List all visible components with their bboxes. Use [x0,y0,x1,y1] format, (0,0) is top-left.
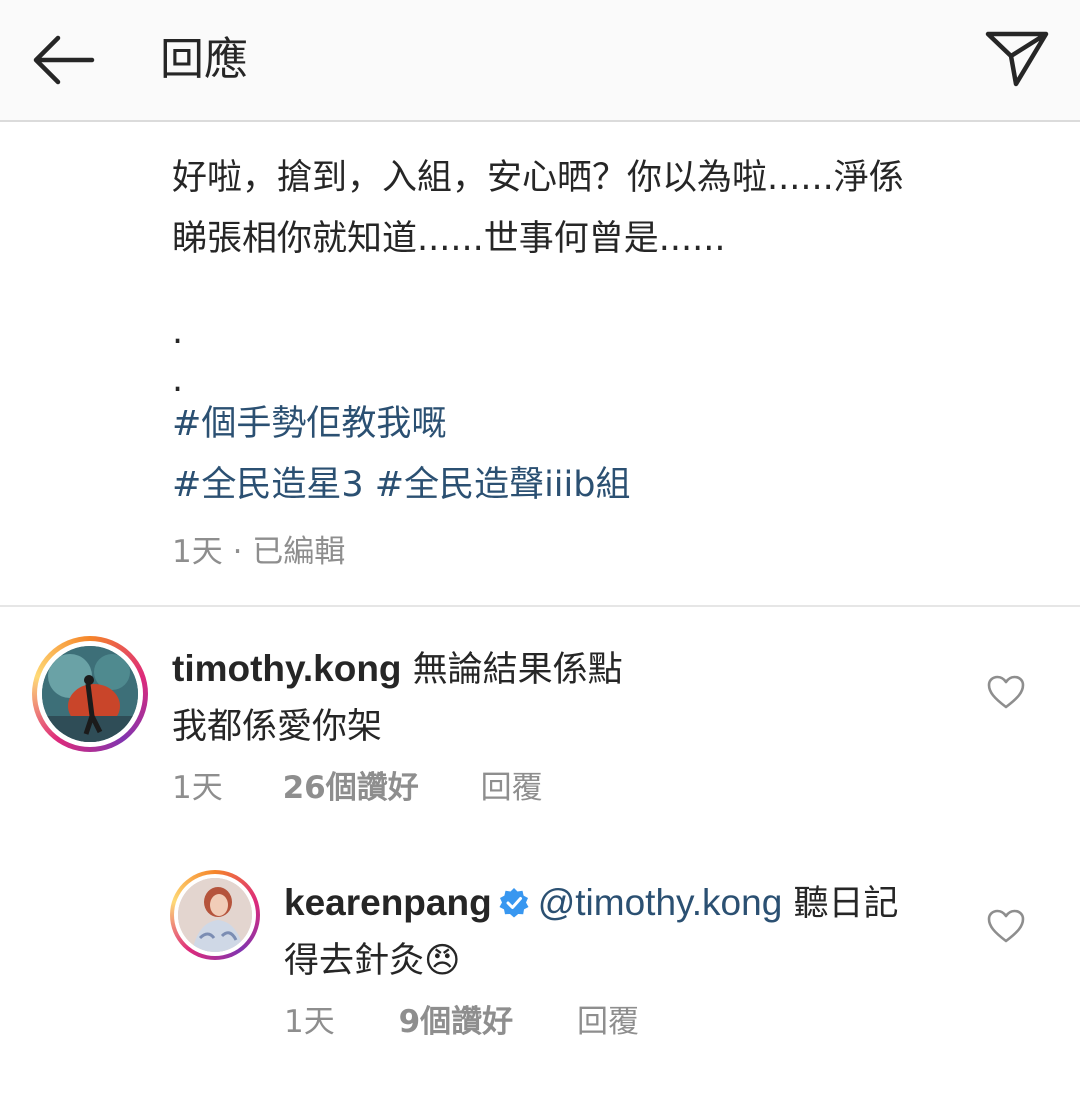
caption-line: 好啦，搶到，入組，安心晒？你以為啦......淨係 [172,158,904,198]
avatar-photo-icon [178,878,252,952]
avatar-image [42,646,138,742]
divider [0,605,1080,607]
avatar-image [178,878,252,952]
caption-dot: . [172,312,184,352]
heart-outline-icon[interactable] [986,908,1026,944]
comment-username[interactable]: timothy.kong [172,648,402,689]
reply-button[interactable]: 回覆 [481,766,543,810]
hashtag-line: #全民造星3 #全民造聲iiib組 [172,455,992,516]
comment-username[interactable]: kearenpang [284,882,492,923]
comment-text: 聽日記 [793,884,899,924]
comment-time: 1天 [172,770,223,806]
comment-actions: 1天 9個讚好 回覆 [284,1000,639,1044]
comment-body: kearenpang @timothy.kong 聽日記 得去針灸😠 [284,874,984,990]
hashtag-link[interactable]: #個手勢佢教我嘅 [172,404,446,444]
heart-outline-icon[interactable] [986,674,1026,710]
likes-count[interactable]: 26個讚好 [283,766,419,810]
comment-actions: 1天 26個讚好 回覆 [172,766,543,810]
arrow-left-icon [33,35,95,85]
hashtag-line: #個手勢佢教我嘅 [172,394,992,455]
top-bar: 回應 [0,0,1080,122]
comment-text: 我都係愛你架 [172,707,383,747]
avatar-kearenpang[interactable] [170,870,260,960]
angry-emoji: 😠 [424,941,461,981]
reply-button[interactable]: 回覆 [577,1000,639,1044]
comment-time: 1天 [284,1004,335,1040]
paper-plane-icon [985,31,1049,87]
comment-text: 無論結果係點 [412,650,623,690]
page-title: 回應 [160,34,248,85]
send-button[interactable] [982,26,1052,90]
verified-badge-icon [499,888,529,918]
likes-count[interactable]: 9個讚好 [399,1000,514,1044]
caption-meta: 1天 · 已編輯 [172,534,346,570]
post-caption: 好啦，搶到，入組，安心晒？你以為啦......淨係 睇張相你就知道......世… [172,148,992,516]
avatar-timothy-kong[interactable] [32,636,148,752]
hashtag-link[interactable]: #全民造聲iiib組 [375,465,631,505]
caption-line: 睇張相你就知道......世事何曾是...... [172,219,726,259]
comment-body: timothy.kong 無論結果係點 我都係愛你架 [172,640,952,756]
back-button[interactable] [28,28,98,92]
avatar-photo-icon [42,646,138,742]
mention-link[interactable]: @timothy.kong [538,882,783,923]
hashtag-link[interactable]: #全民造星3 [172,465,364,505]
comment-text: 得去針灸 [284,941,425,981]
